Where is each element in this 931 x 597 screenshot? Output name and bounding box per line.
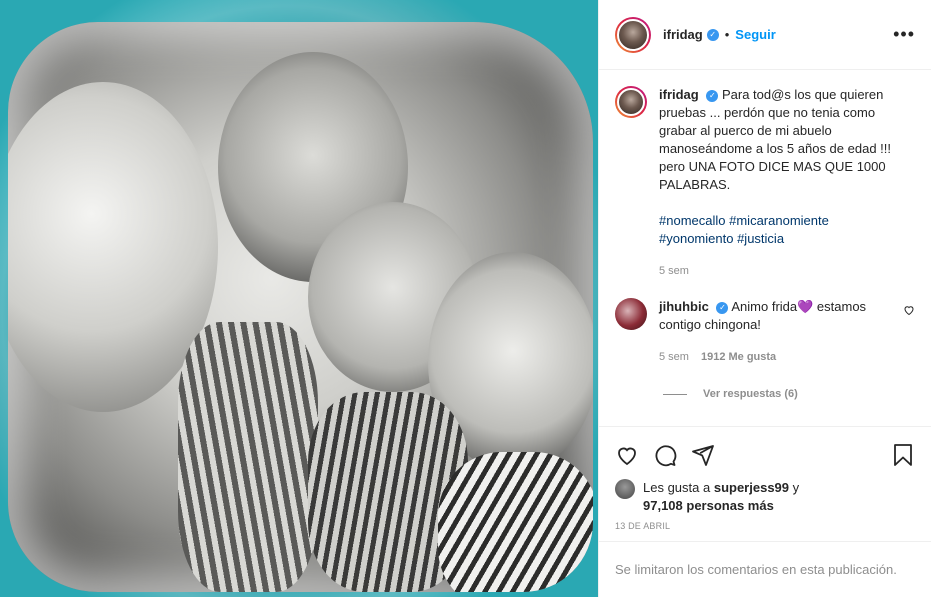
- caption-text: Para tod@s los que quieren pruebas ... p…: [659, 87, 891, 192]
- hashtag-link[interactable]: #yonomiento: [659, 231, 733, 246]
- instagram-post: ifridag ✓ • Seguir ••• ifridag ✓ Para to…: [0, 0, 931, 597]
- comments-disabled-notice: Se limitaron los comentarios en esta pub…: [599, 541, 931, 597]
- comment-time[interactable]: 5 sem: [659, 348, 689, 366]
- follow-button[interactable]: Seguir: [735, 27, 775, 42]
- commenter-avatar[interactable]: [615, 298, 647, 330]
- likes-summary: Les gusta a superjess99 y 97,108 persona…: [615, 479, 915, 515]
- caption-username[interactable]: ifridag: [659, 87, 699, 102]
- comments-section: ifridag ✓ Para tod@s los que quieren pru…: [599, 70, 931, 426]
- commenter-username[interactable]: jihuhbic: [659, 299, 709, 314]
- verified-badge-icon: ✓: [716, 301, 729, 314]
- author-username[interactable]: ifridag: [663, 27, 703, 42]
- liker-avatar[interactable]: [615, 479, 635, 499]
- caption-avatar[interactable]: [615, 86, 647, 118]
- post-photo[interactable]: [0, 0, 598, 597]
- bookmark-icon[interactable]: [891, 443, 915, 467]
- caption: ifridag ✓ Para tod@s los que quieren pru…: [615, 86, 915, 280]
- hashtag-link[interactable]: #justicia: [737, 231, 784, 246]
- replies-divider: [663, 393, 687, 395]
- comment-likes[interactable]: 1912 Me gusta: [701, 348, 776, 366]
- comment-item: jihuhbic ✓ Animo frida💜 estamos contigo …: [615, 298, 915, 366]
- hashtag-link[interactable]: #nomecallo: [659, 213, 726, 228]
- dot-separator: •: [724, 27, 730, 42]
- comment-icon[interactable]: [653, 443, 677, 467]
- verified-badge-icon: ✓: [706, 89, 719, 102]
- likes-connector: y: [792, 480, 800, 495]
- vintage-photo: [8, 22, 593, 592]
- heart-icon[interactable]: [615, 443, 639, 467]
- caption-time[interactable]: 5 sem: [659, 262, 689, 280]
- view-replies-button[interactable]: Ver respuestas (6): [663, 388, 915, 400]
- post-header: ifridag ✓ • Seguir •••: [599, 0, 931, 70]
- likes-count[interactable]: 97,108 personas más: [643, 498, 774, 513]
- likes-prefix: Les gusta a: [643, 480, 711, 495]
- post-date[interactable]: 13 DE ABRIL: [615, 521, 915, 531]
- verified-badge-icon: ✓: [706, 28, 719, 41]
- post-actions: Les gusta a superjess99 y 97,108 persona…: [599, 426, 931, 541]
- more-options-icon[interactable]: •••: [893, 24, 915, 45]
- liker-username[interactable]: superjess99: [714, 480, 789, 495]
- post-sidebar: ifridag ✓ • Seguir ••• ifridag ✓ Para to…: [598, 0, 931, 597]
- like-comment-heart-icon[interactable]: [903, 304, 915, 316]
- share-icon[interactable]: [691, 443, 715, 467]
- author-avatar[interactable]: [615, 16, 651, 53]
- hashtag-link[interactable]: #micaranomiente: [729, 213, 829, 228]
- view-replies-label: Ver respuestas (6): [703, 388, 798, 400]
